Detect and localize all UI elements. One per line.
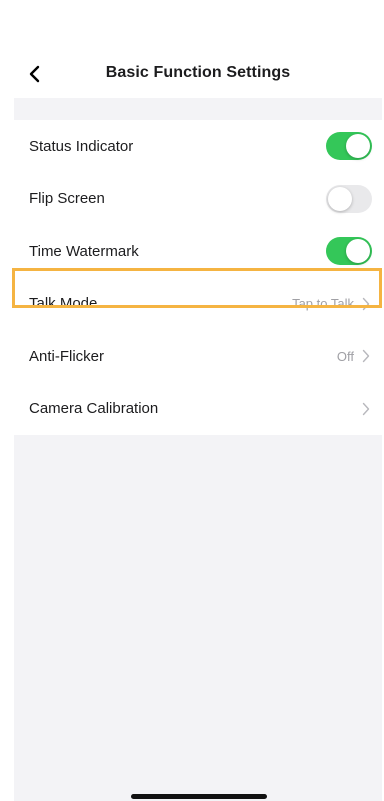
- setting-label: Camera Calibration: [29, 400, 159, 418]
- status-indicator-toggle[interactable]: [326, 132, 372, 161]
- time-watermark-toggle[interactable]: [326, 237, 372, 266]
- settings-screen: Basic Function Settings Status Indicator…: [0, 0, 384, 801]
- navigation-bar: Basic Function Settings: [14, 0, 382, 98]
- setting-row-time-watermark[interactable]: Time Watermark: [14, 225, 382, 278]
- setting-row-anti-flicker[interactable]: Anti-Flicker Off: [14, 330, 382, 383]
- home-indicator[interactable]: [131, 794, 267, 799]
- left-edge: [0, 0, 14, 801]
- setting-value: Off: [336, 348, 354, 364]
- setting-value: Tap to Talk: [292, 296, 354, 312]
- setting-row-flip-screen[interactable]: Flip Screen: [14, 173, 382, 226]
- chevron-right-icon: [362, 349, 370, 363]
- setting-label: Anti-Flicker: [29, 347, 105, 365]
- chevron-right-icon: [362, 402, 370, 416]
- chevron-right-icon: [362, 297, 370, 311]
- setting-row-camera-calibration[interactable]: Camera Calibration: [14, 383, 382, 436]
- setting-row-status-indicator[interactable]: Status Indicator: [14, 120, 382, 173]
- setting-label: Status Indicator: [29, 137, 134, 155]
- setting-label: Time Watermark: [29, 242, 139, 260]
- toggle-knob: [346, 239, 370, 264]
- page-title: Basic Function Settings: [105, 64, 291, 81]
- setting-label: Talk Mode: [29, 295, 98, 313]
- flip-screen-toggle[interactable]: [326, 184, 372, 213]
- settings-list: Status Indicator Flip Screen Time Waterm…: [14, 120, 382, 435]
- toggle-knob: [346, 134, 370, 159]
- setting-label: Flip Screen: [29, 190, 105, 208]
- setting-row-talk-mode[interactable]: Talk Mode Tap to Talk: [14, 278, 382, 331]
- toggle-knob: [328, 186, 352, 211]
